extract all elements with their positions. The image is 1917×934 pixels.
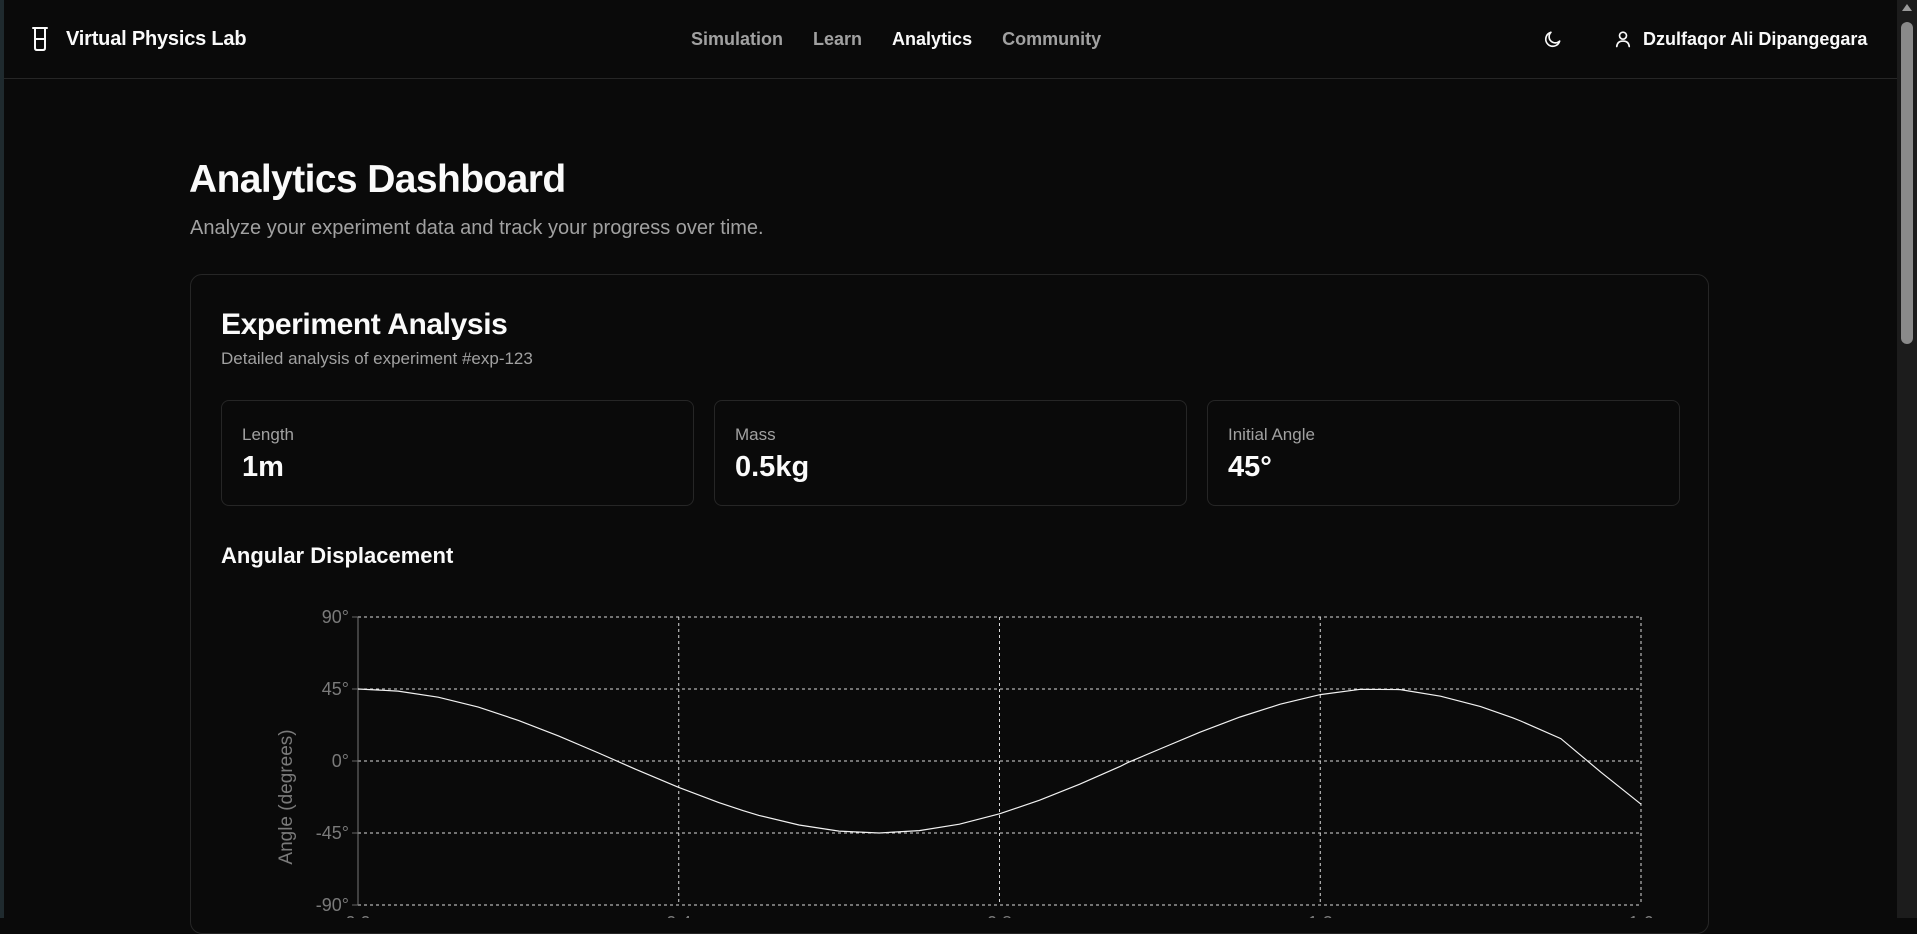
x-tick-label: 0.0 [345,913,370,918]
x-tick-label: 1.2 [1308,913,1333,918]
x-tick-label: 0.8 [987,913,1012,918]
y-tick-label: -90° [316,895,349,915]
app-window: Virtual Physics Lab Simulation Learn Ana… [0,0,1917,934]
angular-displacement-chart: 90° 45° 0° -45° -90°0.0 0.4 0.8 1.2 1.6 Angle (de… [276,607,1654,918]
y-tick-label: 90° [322,607,349,627]
y-tick-label: 0° [332,751,349,771]
scroll-up-arrow-icon[interactable] [1902,4,1912,11]
x-tick-label: 0.4 [666,913,691,918]
y-tick-label: -45° [316,823,349,843]
scrollbar-thumb[interactable] [1901,22,1913,344]
y-axis-label: Angle (degrees) [276,729,297,864]
y-tick-label: 45° [322,679,349,699]
page-scrollbar[interactable] [1897,0,1917,918]
x-tick-label: 1.6 [1628,913,1653,918]
